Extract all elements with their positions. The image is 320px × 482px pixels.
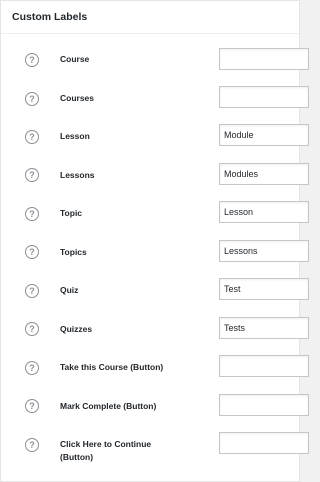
help-icon[interactable]: ? — [25, 399, 39, 413]
take-course-button-label-field[interactable] — [219, 355, 309, 377]
label-topics: Topics — [60, 247, 87, 257]
help-icon[interactable]: ? — [25, 168, 39, 182]
help-icon[interactable]: ? — [25, 438, 39, 452]
label-quiz: Quiz — [60, 285, 79, 295]
quiz-label-field[interactable] — [219, 278, 309, 300]
help-icon[interactable]: ? — [25, 207, 39, 221]
courses-label-field[interactable] — [219, 86, 309, 108]
label-courses: Courses — [60, 93, 95, 103]
help-icon[interactable]: ? — [25, 284, 39, 298]
label-lesson: Lesson — [60, 131, 90, 141]
label-topic: Topic — [60, 208, 83, 218]
help-icon[interactable]: ? — [25, 361, 39, 375]
help-icon[interactable]: ? — [25, 130, 39, 144]
help-icon[interactable]: ? — [25, 53, 39, 67]
mark-complete-button-label-field[interactable] — [219, 394, 309, 416]
panel-title: Custom Labels — [1, 1, 299, 34]
label-lessons: Lessons — [60, 170, 95, 180]
label-mark-complete-button: Mark Complete (Button) — [60, 401, 157, 411]
topic-label-field[interactable] — [219, 201, 309, 223]
help-icon[interactable]: ? — [25, 322, 39, 336]
lessons-label-field[interactable] — [219, 163, 309, 185]
help-icon[interactable]: ? — [25, 92, 39, 106]
lesson-label-field[interactable] — [219, 124, 309, 146]
course-label-field[interactable] — [219, 48, 309, 70]
label-quizzes: Quizzes — [60, 324, 93, 334]
label-take-course-button: Take this Course (Button) — [60, 362, 164, 372]
custom-labels-panel: Custom Labels ? Course ? Courses ? Lesso… — [0, 0, 309, 482]
topics-label-field[interactable] — [219, 240, 309, 262]
quizzes-label-field[interactable] — [219, 317, 309, 339]
label-continue-button: Click Here to Continue (Button) — [60, 439, 152, 462]
continue-button-label-field[interactable] — [219, 432, 309, 454]
help-icon[interactable]: ? — [25, 245, 39, 259]
label-course: Course — [60, 54, 90, 64]
